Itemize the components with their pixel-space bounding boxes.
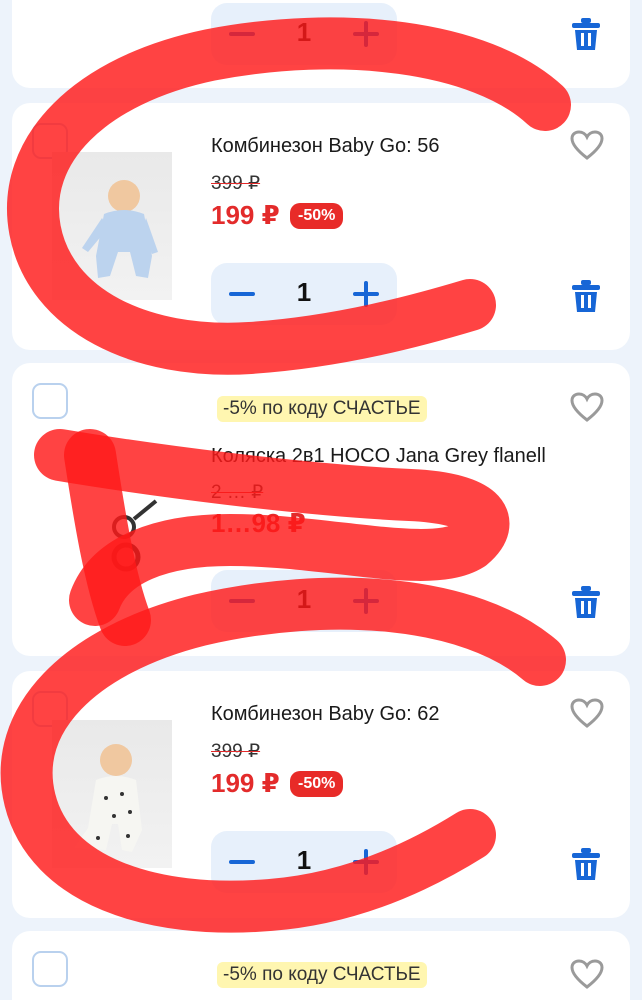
heart-icon[interactable]: [570, 698, 604, 728]
sale-price: 199 ₽: [211, 200, 280, 230]
sale-price: 1…98 ₽: [211, 508, 306, 538]
cart-item: Комбинезон Baby Go: 56 399 ₽ 199 ₽ -50% …: [12, 103, 630, 350]
cart-item: -5% по коду СЧАСТЬЕ Коляска 2в1 HOCO Jan…: [12, 363, 630, 656]
trash-icon[interactable]: [570, 847, 602, 881]
discount-badge: -50%: [290, 203, 344, 229]
cart-item: Комбинезон Baby Go: 62 399 ₽ 199 ₽ -50% …: [12, 671, 630, 918]
increase-button[interactable]: [353, 281, 379, 307]
product-title[interactable]: Комбинезон Baby Go: 62: [211, 703, 440, 726]
product-image[interactable]: [52, 471, 172, 619]
heart-icon[interactable]: [570, 130, 604, 160]
increase-button[interactable]: [353, 21, 379, 47]
select-checkbox[interactable]: [32, 383, 68, 419]
promo-badge: -5% по коду СЧАСТЬЕ: [217, 396, 427, 422]
quantity-stepper: 1: [211, 263, 397, 325]
heart-icon[interactable]: [570, 959, 604, 989]
old-price: 399 ₽: [211, 741, 261, 762]
increase-button[interactable]: [353, 849, 379, 875]
baby-blue-onesie-image: [82, 180, 158, 278]
product-title[interactable]: Коляска 2в1 HOCO Jana Grey flanell: [211, 445, 546, 468]
trash-icon[interactable]: [570, 585, 602, 619]
trash-icon[interactable]: [570, 279, 602, 313]
promo-badge: -5% по коду СЧАСТЬЕ: [217, 962, 427, 988]
increase-button[interactable]: [353, 588, 379, 614]
heart-icon[interactable]: [570, 392, 604, 422]
product-image[interactable]: [52, 152, 172, 300]
product-image[interactable]: [52, 720, 172, 868]
baby-white-onesie-image: [74, 744, 142, 852]
cart-item: -5% по коду СЧАСТЬЕ: [12, 931, 630, 1000]
quantity-stepper: 1: [211, 570, 397, 632]
product-title[interactable]: Комбинезон Baby Go: 56: [211, 135, 440, 158]
discount-badge: -50%: [290, 771, 344, 797]
cart-item: 1: [12, 0, 630, 88]
trash-icon[interactable]: [570, 17, 602, 51]
old-price: 2 … ₽: [211, 482, 264, 503]
sale-price: 199 ₽: [211, 768, 280, 798]
old-price: 399 ₽: [211, 173, 261, 194]
quantity-stepper: 1: [211, 831, 397, 893]
select-checkbox[interactable]: [32, 951, 68, 987]
stroller-image: [111, 499, 158, 572]
quantity-stepper: 1: [211, 3, 397, 65]
